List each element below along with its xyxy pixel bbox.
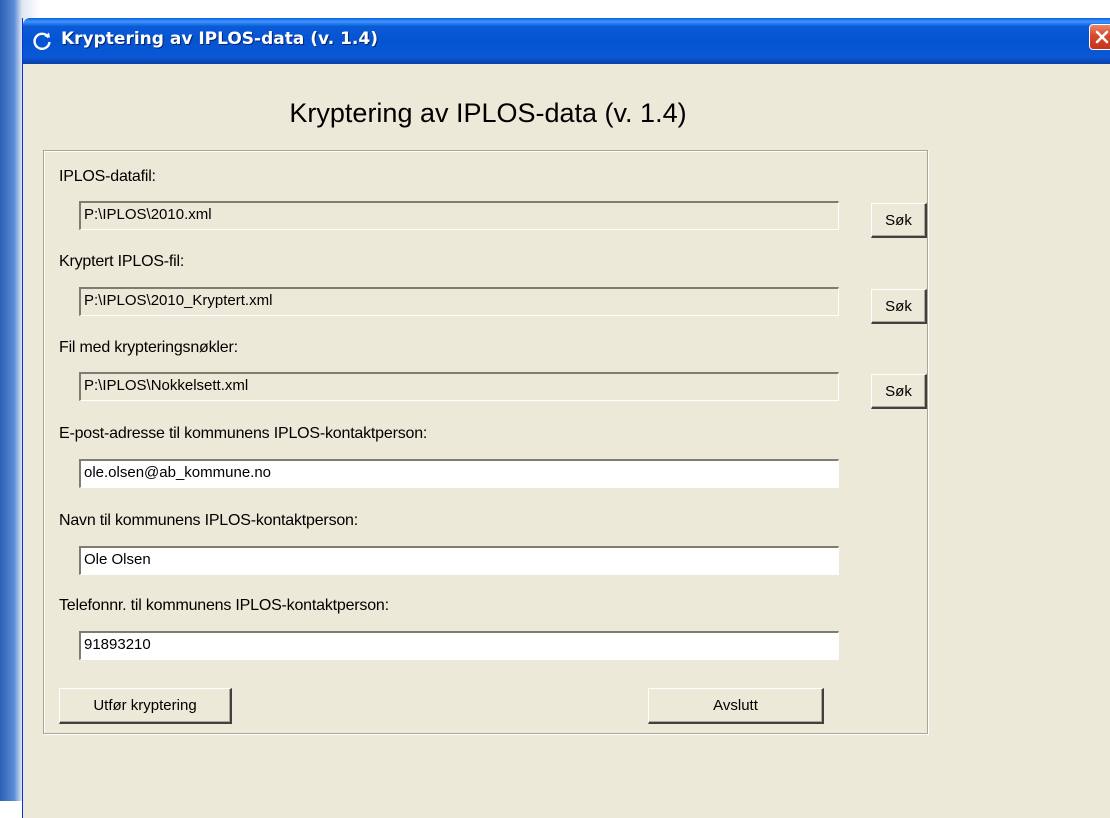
nokler-label: Fil med krypteringsnøkler: xyxy=(59,339,238,356)
close-button[interactable] xyxy=(1089,24,1110,50)
telefon-label: Telefonnr. til kommunens IPLOS-kontaktpe… xyxy=(59,597,389,614)
kryptert-field[interactable]: P:\IPLOS\2010_Kryptert.xml xyxy=(79,287,839,316)
page-heading: Kryptering av IPLOS-data (v. 1.4) xyxy=(289,98,687,128)
refresh-icon xyxy=(31,30,53,52)
navn-field[interactable]: Ole Olsen xyxy=(79,546,839,575)
browse-kryptert-button[interactable]: Søk xyxy=(871,289,927,324)
app-window: Kryptering av IPLOS-data (v. 1.4) Krypte… xyxy=(22,18,1110,818)
datafil-label: IPLOS-datafil: xyxy=(59,168,156,185)
browse-datafil-button[interactable]: Søk xyxy=(871,203,927,238)
browse-nokler-button[interactable]: Søk xyxy=(871,374,927,409)
exit-button[interactable]: Avslutt xyxy=(648,688,824,724)
kryptert-label: Kryptert IPLOS-fil: xyxy=(59,253,185,270)
encrypt-button[interactable]: Utfør kryptering xyxy=(59,688,232,724)
form-group-box: IPLOS-datafil: P:\IPLOS\2010.xml Søk Kry… xyxy=(43,150,928,734)
epost-field[interactable]: ole.olsen@ab_kommune.no xyxy=(79,459,839,488)
window-title: Kryptering av IPLOS-data (v. 1.4) xyxy=(61,29,378,49)
datafil-field[interactable]: P:\IPLOS\2010.xml xyxy=(79,201,839,230)
epost-label: E-post-adresse til kommunens IPLOS-konta… xyxy=(59,425,428,442)
telefon-field[interactable]: 91893210 xyxy=(79,631,839,660)
close-icon xyxy=(1095,30,1109,44)
title-bar[interactable]: Kryptering av IPLOS-data (v. 1.4) xyxy=(23,18,1110,64)
navn-label: Navn til kommunens IPLOS-kontaktperson: xyxy=(59,512,359,529)
nokler-field[interactable]: P:\IPLOS\Nokkelsett.xml xyxy=(79,372,839,401)
